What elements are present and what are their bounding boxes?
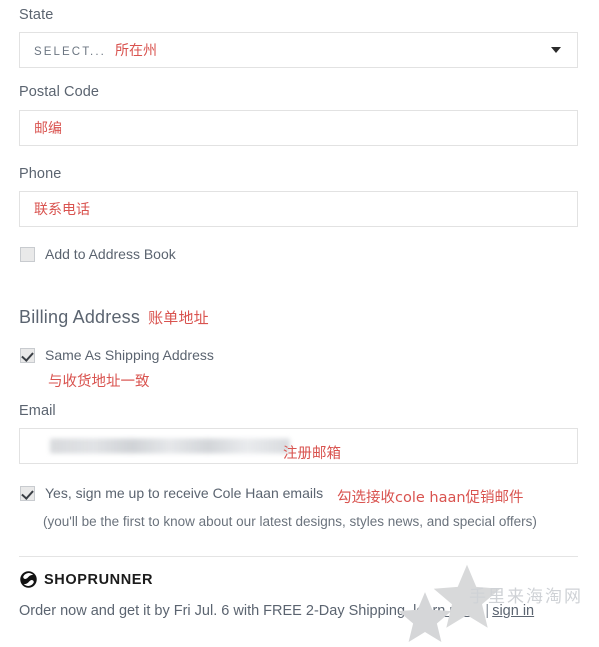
phone-annotation: 联系电话 [34,202,90,218]
postal-code-label: Postal Code [19,84,100,100]
marketing-optin-annotation: 勾选接收cole haan促销邮件 [337,490,524,506]
postal-code-input[interactable]: 邮编 [19,110,578,146]
billing-address-heading: Billing Address 账单地址 [19,307,209,328]
phone-input[interactable]: 联系电话 [19,191,578,227]
add-to-address-book-checkbox[interactable] [20,246,35,262]
marketing-optin-checkbox[interactable] [20,485,35,501]
marketing-optin-label: Yes, sign me up to receive Cole Haan ema… [45,485,324,501]
state-annotation: 所在州 [114,43,157,59]
shoprunner-message: Order now and get it by Fri Jul. 6 with … [19,603,410,619]
checkout-form-page: State SELECT... 所在州 Postal Code 邮编 Phone… [0,0,599,646]
shoprunner-message-line: Order now and get it by Fri Jul. 6 with … [19,603,534,619]
same-as-shipping-checkbox[interactable] [20,347,35,363]
same-as-shipping-annotation: 与收货地址一致 [48,374,150,390]
marketing-optin-fine-print: (you'll be the first to know about our l… [43,514,537,529]
shoprunner-brand: SHOPRUNNER [44,571,154,588]
state-select-value: SELECT... [34,46,106,58]
add-to-address-book-label: Add to Address Book [45,246,176,262]
shoprunner-s-icon [20,571,37,588]
email-annotation: 注册邮箱 [283,446,341,462]
same-as-shipping-label: Same As Shipping Address [45,347,214,363]
billing-address-heading-annotation: 账单地址 [148,309,209,327]
postal-code-annotation: 邮编 [34,121,62,137]
link-separator: | [485,603,490,619]
learn-more-link[interactable]: learn more [413,603,482,619]
add-to-address-book-row[interactable]: Add to Address Book [20,246,176,262]
billing-address-heading-text: Billing Address [19,307,141,327]
postal-code-value-row: 邮编 [34,118,62,138]
shoprunner-logo: SHOPRUNNER [19,570,153,589]
section-divider [19,556,578,557]
same-as-shipping-row[interactable]: Same As Shipping Address [20,347,214,363]
state-label: State [19,7,54,23]
phone-value-row: 联系电话 [34,199,90,219]
email-label: Email [19,403,56,419]
star-icon [433,564,501,628]
marketing-optin-row[interactable]: Yes, sign me up to receive Cole Haan ema… [20,485,323,501]
phone-label: Phone [19,166,62,182]
email-value-redacted [50,438,290,454]
state-select[interactable]: SELECT... 所在州 [19,32,578,68]
state-select-value-row: SELECT... 所在州 [34,40,157,60]
sign-in-link[interactable]: sign in [492,603,534,619]
chevron-down-icon[interactable] [551,47,561,53]
